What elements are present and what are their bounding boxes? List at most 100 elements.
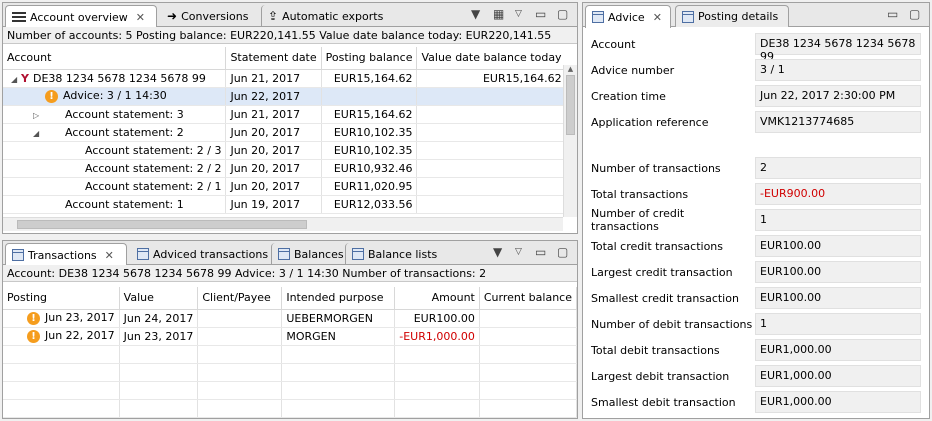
table-row[interactable]: Account statement: 1 Jun 19, 2017 EUR12,… xyxy=(3,195,563,214)
window-icon xyxy=(352,248,364,260)
col-account[interactable]: Account xyxy=(3,47,227,70)
field-largest-debit-transaction: Largest debit transaction EUR1,000.00 xyxy=(591,365,921,387)
col-value[interactable]: Value xyxy=(119,287,199,310)
scroll-thumb[interactable] xyxy=(566,75,575,135)
maximize-icon[interactable]: ▢ xyxy=(557,7,568,21)
filter-icon[interactable]: ▼ xyxy=(471,7,480,21)
transactions-table: Posting Value Client/Payee Intended purp… xyxy=(3,287,577,418)
collapse-icon[interactable]: ◢ xyxy=(11,75,21,84)
table-row xyxy=(3,417,577,418)
col-posting-balance[interactable]: Posting balance xyxy=(321,47,418,70)
field-value[interactable]: 1 xyxy=(755,313,921,335)
col-posting[interactable]: Posting xyxy=(3,287,120,310)
table-row[interactable]: Account statement: 2 / 1 Jun 20, 2017 EU… xyxy=(3,177,563,196)
field-advice-number: Advice number 3 / 1 xyxy=(591,59,921,81)
col-amount[interactable]: Amount xyxy=(394,287,480,310)
account-summary-bar: Number of accounts: 5 Posting balance: E… xyxy=(3,27,577,44)
posting-balance: EUR11,020.95 xyxy=(321,177,418,196)
tab-label: Adviced transactions xyxy=(153,247,269,261)
field-value[interactable]: 1 xyxy=(755,209,921,231)
statement-date: Jun 21, 2017 xyxy=(225,105,322,124)
field-number-of-debit-transactions: Number of debit transactions 1 xyxy=(591,313,921,335)
col-current-balance[interactable]: Current balance xyxy=(479,287,577,310)
table-row[interactable]: ◢ Y DE38 1234 5678 1234 5678 99 Jun 21, 20… xyxy=(3,69,563,88)
scroll-up-icon[interactable]: ▲ xyxy=(564,65,577,73)
close-icon[interactable]: ✕ xyxy=(136,11,145,24)
field-value[interactable]: 3 / 1 xyxy=(755,59,921,81)
intended-purpose: UEBERMORGEN xyxy=(281,309,396,328)
account-table: Account Statement date Posting balance V… xyxy=(3,47,563,214)
tab-adviced-transactions[interactable]: Adviced transactions xyxy=(131,243,271,265)
minimize-icon[interactable]: ▭ xyxy=(535,245,546,259)
col-statement-date[interactable]: Statement date xyxy=(225,47,322,70)
field-smallest-credit-transaction: Smallest credit transaction EUR100.00 xyxy=(591,287,921,309)
window-icon xyxy=(12,249,24,261)
window-icon xyxy=(592,11,604,23)
col-intended-purpose[interactable]: Intended purpose xyxy=(281,287,396,310)
field-value[interactable]: DE38 1234 5678 1234 5678 99 xyxy=(755,33,921,63)
tab-account-overview[interactable]: Account overview ✕ xyxy=(5,5,157,28)
advice-panel: Advice ✕ Posting details ▭ ▢ Account DE38… xyxy=(582,2,930,419)
tab-label: Automatic exports xyxy=(282,9,384,23)
posting-balance: EUR10,102.35 xyxy=(321,123,418,142)
filter-icon[interactable]: ▼ xyxy=(493,245,502,259)
bank-icon: Y xyxy=(21,71,29,85)
tab-automatic-exports[interactable]: ⇪ Automatic exports xyxy=(261,5,383,27)
field-value[interactable]: 2 xyxy=(755,157,921,179)
tab-transactions[interactable]: Transactions ✕ xyxy=(5,243,127,266)
table-row[interactable]: Account statement: 2 / 3 Jun 20, 2017 EU… xyxy=(3,141,563,160)
tab-label: Conversions xyxy=(181,9,249,23)
tab-posting-details[interactable]: Posting details xyxy=(675,5,789,27)
vertical-scrollbar[interactable]: ▲ xyxy=(563,65,577,217)
calendar-icon[interactable]: ▦ xyxy=(493,7,504,21)
statement-date: Jun 20, 2017 xyxy=(225,141,322,160)
tab-label: Advice xyxy=(608,10,645,24)
tab-label: Balance lists xyxy=(368,247,438,261)
field-value[interactable]: EUR100.00 xyxy=(755,261,921,283)
field-value[interactable]: EUR1,000.00 xyxy=(755,365,921,387)
table-row[interactable]: ◢ Account statement: 2 Jun 20, 2017 EUR10… xyxy=(3,123,563,142)
view-menu-icon[interactable]: ▽ xyxy=(515,245,522,259)
table-row[interactable]: ! Jun 22, 2017 Jun 23, 2017 MORGEN -EUR1,… xyxy=(3,327,577,346)
table-row[interactable]: ! Jun 23, 2017 Jun 24, 2017 UEBERMORGEN E… xyxy=(3,309,577,328)
field-value[interactable]: EUR1,000.00 xyxy=(755,339,921,361)
horizontal-scrollbar[interactable] xyxy=(3,217,563,231)
posting-date: Jun 23, 2017 xyxy=(45,311,115,325)
field-label: Largest credit transaction xyxy=(591,265,733,279)
tab-balance-lists[interactable]: Balance lists xyxy=(345,243,439,265)
close-icon[interactable]: ✕ xyxy=(105,249,114,262)
field-value[interactable]: EUR1,000.00 xyxy=(755,391,921,413)
table-row[interactable]: Account statement: 2 / 2 Jun 20, 2017 EU… xyxy=(3,159,563,178)
field-label: Application reference xyxy=(591,115,709,129)
col-client-payee[interactable]: Client/Payee xyxy=(197,287,283,310)
tab-balances[interactable]: Balances xyxy=(271,243,345,265)
tab-advice[interactable]: Advice ✕ xyxy=(585,5,671,28)
amount: EUR100.00 xyxy=(394,309,480,328)
statement-date: Jun 19, 2017 xyxy=(225,195,322,214)
expand-icon[interactable]: ▷ xyxy=(33,111,65,120)
minimize-icon[interactable]: ▭ xyxy=(887,7,898,21)
table-header: Posting Value Client/Payee Intended purp… xyxy=(3,287,577,310)
table-row[interactable]: ! Advice: 3 / 1 14:30 Jun 22, 2017 xyxy=(3,87,563,106)
maximize-icon[interactable]: ▢ xyxy=(557,245,568,259)
field-value[interactable]: VMK1213774685 xyxy=(755,111,921,133)
tab-conversions[interactable]: ➜ Conversions xyxy=(161,5,257,27)
posting-balance: EUR15,164.62 xyxy=(321,69,418,88)
field-value[interactable]: -EUR900.00 xyxy=(755,183,921,205)
field-account: Account DE38 1234 5678 1234 5678 99 xyxy=(591,33,921,63)
field-value[interactable]: EUR100.00 xyxy=(755,287,921,309)
field-value[interactable]: Jun 22, 2017 2:30:00 PM xyxy=(755,85,921,107)
table-row[interactable]: ▷ Account statement: 3 Jun 21, 2017 EUR15… xyxy=(3,105,563,124)
warning-icon: ! xyxy=(27,311,40,325)
intended-purpose: MORGEN xyxy=(281,327,396,346)
scroll-thumb[interactable] xyxy=(17,220,307,229)
collapse-icon[interactable]: ◢ xyxy=(33,129,65,138)
field-value[interactable]: EUR100.00 xyxy=(755,235,921,257)
minimize-icon[interactable]: ▭ xyxy=(535,7,546,21)
close-icon[interactable]: ✕ xyxy=(653,11,662,24)
maximize-icon[interactable]: ▢ xyxy=(909,7,920,21)
posting-balance: EUR15,164.62 xyxy=(321,105,418,124)
col-value-date-balance[interactable]: Value date balance today xyxy=(416,47,563,70)
view-menu-icon[interactable]: ▽ xyxy=(515,7,522,21)
bottom-tabbar: Transactions ✕ Adviced transactions Bala… xyxy=(3,241,577,266)
